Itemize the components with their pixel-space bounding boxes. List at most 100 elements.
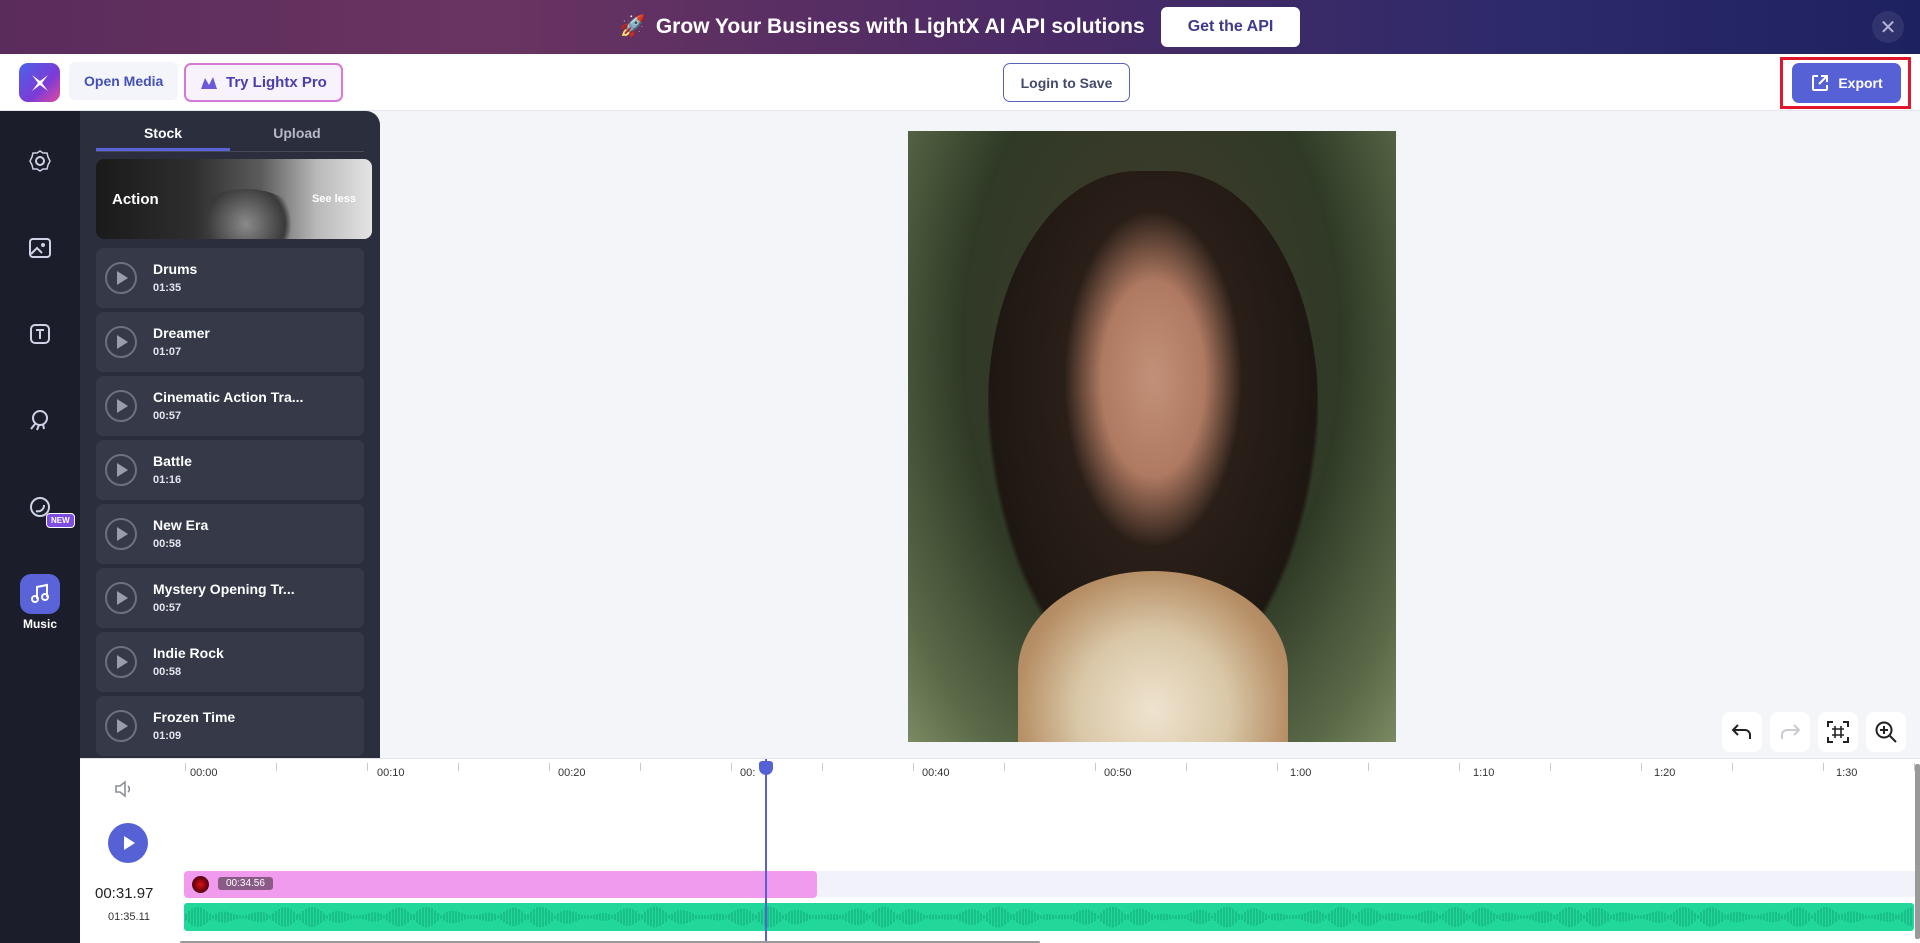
ruler-tick-label: 1:00 — [1290, 767, 1312, 779]
pro-icon — [201, 76, 217, 89]
playhead-line — [765, 759, 767, 943]
play-icon — [117, 463, 128, 477]
play-track-button[interactable] — [105, 582, 137, 614]
lightx-logo-icon — [31, 74, 48, 91]
play-icon — [117, 719, 128, 733]
ruler-tick-label: 00:00 — [190, 767, 218, 779]
track-item[interactable]: Mystery Opening Tr... 00:57 — [96, 568, 364, 628]
speaker-icon — [115, 780, 131, 798]
try-pro-button[interactable]: Try Lightx Pro — [184, 63, 343, 102]
rail-item-effects[interactable] — [20, 400, 60, 440]
play-track-button[interactable] — [105, 262, 137, 294]
play-track-button[interactable] — [105, 390, 137, 422]
ruler-tick — [276, 763, 277, 771]
track-item[interactable]: Dreamer 01:07 — [96, 312, 364, 372]
rail-item-image[interactable] — [20, 228, 60, 268]
play-track-button[interactable] — [105, 454, 137, 486]
get-api-button[interactable]: Get the API — [1160, 7, 1301, 47]
music-icon — [31, 583, 49, 603]
video-clip[interactable]: 00:34.56 — [184, 871, 817, 898]
fit-screen-button[interactable] — [1818, 712, 1858, 752]
rail-item-filter[interactable] — [20, 487, 60, 527]
login-to-save-button[interactable]: Login to Save — [1003, 63, 1130, 102]
ruler-tick — [1641, 763, 1642, 771]
redo-icon — [1781, 724, 1801, 739]
undo-icon — [1731, 724, 1751, 739]
tab-stock[interactable]: Stock — [96, 119, 230, 151]
audio-track[interactable] — [184, 903, 1914, 931]
open-media-button[interactable]: Open Media — [69, 62, 179, 100]
rail-item-settings[interactable] — [20, 141, 60, 181]
export-button[interactable]: Export — [1792, 63, 1901, 103]
playhead-handle[interactable] — [759, 761, 773, 775]
image-icon — [29, 238, 51, 258]
clip-thumbnail — [192, 876, 209, 893]
canvas-image[interactable] — [908, 131, 1396, 742]
ruler-tick — [1277, 763, 1278, 771]
ruler-tick — [913, 763, 914, 771]
play-track-button[interactable] — [105, 518, 137, 550]
track-item[interactable]: Frozen Time 01:09 — [96, 696, 364, 756]
music-panel: Stock Upload Action See less Drums 01:35… — [80, 111, 380, 758]
promo-banner: 🚀 Grow Your Business with LightX AI API … — [0, 0, 1920, 54]
track-name: Dreamer — [153, 325, 210, 341]
ruler-tick — [549, 763, 550, 771]
track-name: Frozen Time — [153, 709, 236, 725]
ruler-tick — [185, 763, 186, 771]
track-duration: 01:35 — [153, 282, 182, 294]
ruler-tick — [367, 763, 368, 771]
rail-label-music: Music — [22, 617, 57, 631]
play-track-button[interactable] — [105, 646, 137, 678]
ruler-tick-label: 00: — [740, 767, 756, 779]
track-item[interactable]: Cinematic Action Tra... 00:57 — [96, 376, 364, 436]
ruler-tick — [822, 763, 823, 771]
play-icon — [117, 655, 128, 669]
track-item[interactable]: Drums 01:35 — [96, 248, 364, 308]
track-item[interactable]: Indie Rock 00:58 — [96, 632, 364, 692]
promo-text: 🚀 Grow Your Business with LightX AI API … — [620, 15, 1145, 39]
rail-item-music[interactable] — [20, 574, 60, 614]
ruler-tick — [1732, 763, 1733, 771]
ruler-tick-label: 00:20 — [558, 767, 586, 779]
play-icon — [117, 335, 128, 349]
effects-icon — [30, 410, 48, 431]
current-time: 00:31.97 — [95, 885, 154, 902]
play-track-button[interactable] — [105, 710, 137, 742]
zoom-in-button[interactable] — [1866, 712, 1906, 752]
play-icon — [124, 836, 135, 850]
play-track-button[interactable] — [105, 326, 137, 358]
ruler-tick — [1004, 763, 1005, 771]
track-name: New Era — [153, 517, 209, 533]
vertical-scrollbar[interactable] — [1915, 764, 1920, 939]
ruler-tick-label: 1:10 — [1473, 767, 1495, 779]
timeline-play-button[interactable] — [108, 823, 148, 863]
settings-icon — [29, 150, 51, 172]
track-duration: 01:09 — [153, 730, 182, 742]
see-less-link[interactable]: See less — [312, 193, 356, 205]
ruler-tick — [1186, 763, 1187, 771]
app-logo[interactable] — [19, 63, 60, 102]
track-item[interactable]: Battle 01:16 — [96, 440, 364, 500]
play-icon — [117, 271, 128, 285]
category-thumbnail — [191, 189, 301, 239]
redo-button[interactable] — [1770, 712, 1810, 752]
timeline-ruler[interactable]: 00:00 00:10 00:20 00: 00:40 00:50 1:00 1… — [184, 759, 1920, 781]
rocket-icon: 🚀 — [619, 15, 646, 38]
track-name: Indie Rock — [153, 645, 224, 661]
rail-item-text[interactable] — [20, 314, 60, 354]
ruler-tick — [458, 763, 459, 771]
play-icon — [117, 527, 128, 541]
track-list: Drums 01:35 Dreamer 01:07 Cinematic Acti… — [96, 248, 364, 758]
play-icon — [117, 399, 128, 413]
track-name: Drums — [153, 261, 198, 277]
undo-button[interactable] — [1722, 712, 1762, 752]
track-item[interactable]: New Era 00:58 — [96, 504, 364, 564]
export-label: Export — [1838, 75, 1883, 91]
close-banner-button[interactable]: ✕ — [1872, 11, 1904, 43]
tab-upload[interactable]: Upload — [230, 119, 364, 151]
category-card-action[interactable]: Action See less — [96, 159, 372, 239]
mute-button[interactable] — [114, 779, 136, 804]
panel-tabs: Stock Upload — [96, 119, 364, 152]
ruler-tick-label: 1:20 — [1654, 767, 1676, 779]
export-icon — [1812, 75, 1829, 91]
